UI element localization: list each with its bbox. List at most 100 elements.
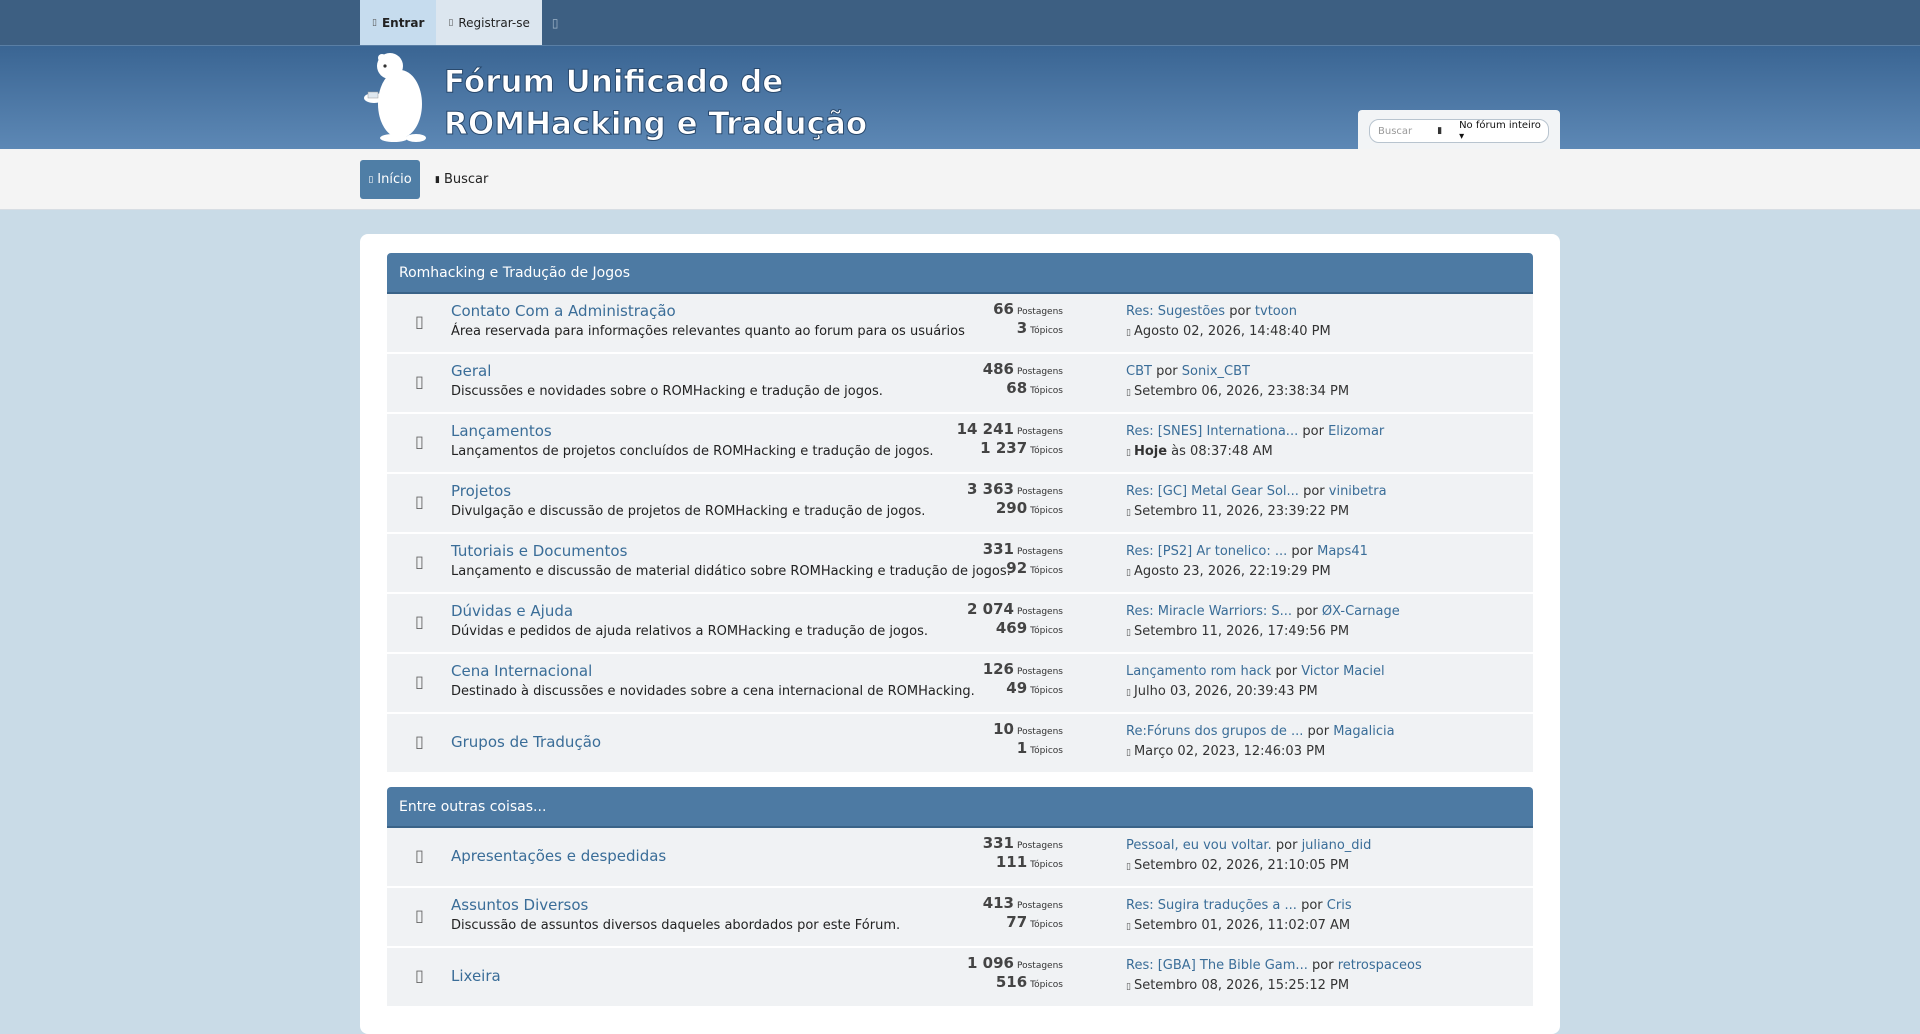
board-name[interactable]: Geral (451, 362, 491, 380)
board-name[interactable]: Projetos (451, 482, 511, 500)
menu-search-label: Buscar (443, 172, 489, 187)
category-title[interactable]: Entre outras coisas... (387, 787, 1533, 828)
last-post-link[interactable]: Res: Sugira traduções a ... (1126, 898, 1297, 913)
board-name[interactable]: Assuntos Diversos (451, 896, 588, 914)
topics-label: Tópicos (1030, 860, 1063, 870)
last-post-link[interactable]: Res: [SNES] Internationa... (1126, 424, 1298, 439)
board-name[interactable]: Apresentações e despedidas (451, 847, 666, 865)
board-row: ▯ Lançamentos Lançamentos de projetos co… (387, 414, 1533, 474)
board-topic-count: 92 (1006, 559, 1028, 577)
board-unread-icon[interactable]: ▯ (415, 846, 424, 865)
board-unread-icon[interactable]: ▯ (415, 552, 424, 571)
login-button[interactable]: ▯ Entrar (360, 0, 437, 45)
topics-label: Tópicos (1030, 326, 1063, 336)
board-last-post: Res: [GBA] The Bible Gam... por retrospa… (1126, 956, 1422, 996)
board-name[interactable]: Lixeira (451, 967, 501, 985)
board-unread-icon[interactable]: ▯ (415, 966, 424, 985)
board-unread-icon[interactable]: ▯ (415, 672, 424, 691)
last-post-link[interactable]: Res: [GC] Metal Gear Sol... (1126, 484, 1299, 499)
board-row: ▯ Projetos Divulgação e discussão de pro… (387, 474, 1533, 534)
board-row: ▯ Grupos de Tradução 10 Postagens 1 Tópico… (387, 714, 1533, 774)
search-icon[interactable]: ▮ (1437, 126, 1455, 136)
board-stats: 2 074 Postagens 469 Tópicos (903, 600, 1063, 638)
search-input[interactable]: Buscar (1370, 126, 1437, 137)
board-topic-count: 68 (1006, 379, 1028, 397)
board-description: Dúvidas e pedidos de ajuda relativos a R… (451, 624, 929, 639)
last-post-link[interactable]: Pessoal, eu vou voltar. (1126, 838, 1272, 853)
last-post-user[interactable]: Sonix_CBT (1182, 364, 1250, 379)
last-post-link[interactable]: Re:Fóruns dos grupos de ... (1126, 724, 1303, 739)
board-unread-icon[interactable]: ▯ (415, 432, 424, 451)
board-stats: 413 Postagens 77 Tópicos (903, 894, 1063, 932)
search-scope-select[interactable]: No fórum inteiro ▾ (1455, 120, 1548, 142)
board-row: ▯ Cena Internacional Destinado à discuss… (387, 654, 1533, 714)
last-post-user[interactable]: vinibetra (1329, 484, 1387, 499)
board-last-post: Res: [SNES] Internationa... por Elizomar… (1126, 422, 1384, 462)
search-form: Buscar ▮ No fórum inteiro ▾ (1369, 119, 1549, 143)
last-post-link[interactable]: Lançamento rom hack (1126, 664, 1271, 679)
by-label: por (1296, 604, 1318, 619)
board-last-post: Res: Sugira traduções a ... por Cris ▯ Se… (1126, 896, 1352, 936)
board-list: ▯ Contato Com a Administração Área reser… (387, 294, 1533, 774)
last-post-user[interactable]: retrospaceos (1338, 958, 1422, 973)
login-label: Entrar (381, 15, 425, 30)
by-label: por (1156, 364, 1178, 379)
last-post-user[interactable]: Magalicia (1333, 724, 1394, 739)
posts-label: Postagens (1017, 901, 1063, 911)
register-button[interactable]: ▯ Registrar-se (436, 0, 542, 45)
board-post-count: 14 241 (956, 420, 1014, 438)
board-name[interactable]: Lançamentos (451, 422, 552, 440)
board-row: ▯ Tutoriais e Documentos Lançamento e di… (387, 534, 1533, 594)
topics-label: Tópicos (1030, 686, 1063, 696)
board-topic-count: 1 237 (980, 439, 1028, 457)
menu-search-button[interactable]: ▮ Buscar (435, 160, 488, 199)
forum-logo[interactable]: Fórum Unificado de ROMHacking e Tradução (360, 52, 880, 144)
board-name[interactable]: Contato Com a Administração (451, 302, 676, 320)
board-post-count: 3 363 (967, 480, 1014, 498)
last-post-user[interactable]: tvtoon (1255, 304, 1297, 319)
board-name[interactable]: Dúvidas e Ajuda (451, 602, 573, 620)
polar-bear-icon (364, 53, 426, 142)
last-post-link[interactable]: CBT (1126, 364, 1152, 379)
last-post-user[interactable]: juliano_did (1302, 838, 1372, 853)
board-stats: 66 Postagens 3 Tópicos (903, 300, 1063, 338)
board-unread-icon[interactable]: ▯ (415, 492, 424, 511)
board-name[interactable]: Grupos de Tradução (451, 733, 601, 751)
login-icon: ▯ (372, 17, 377, 28)
board-unread-icon[interactable]: ▯ (415, 312, 424, 331)
board-unread-icon[interactable]: ▯ (415, 906, 424, 925)
menu-toggle-button[interactable]: ▯ (541, 0, 569, 45)
last-post-link[interactable]: Res: [GBA] The Bible Gam... (1126, 958, 1308, 973)
clock-icon: ▯ (1126, 508, 1131, 518)
posts-label: Postagens (1017, 841, 1063, 851)
board-row: ▯ Geral Discussões e novidades sobre o R… (387, 354, 1533, 414)
last-post-user[interactable]: Cris (1327, 898, 1352, 913)
search-scope-value: No fórum inteiro (1459, 120, 1541, 131)
last-post-user[interactable]: ØX-Carnage (1322, 604, 1400, 619)
board-unread-icon[interactable]: ▯ (415, 372, 424, 391)
last-post-user[interactable]: Maps41 (1317, 544, 1368, 559)
category-others: Entre outras coisas... ▯ Apresentações e… (387, 787, 1533, 1008)
last-post-link[interactable]: Res: [PS2] Ar tonelico: ... (1126, 544, 1287, 559)
board-last-post: Res: [GC] Metal Gear Sol... por vinibetr… (1126, 482, 1387, 522)
by-label: por (1275, 838, 1298, 853)
last-post-user[interactable]: Victor Maciel (1301, 664, 1384, 679)
last-post-link[interactable]: Res: Sugestões (1126, 304, 1225, 319)
category-title[interactable]: Romhacking e Tradução de Jogos (387, 253, 1533, 294)
search-panel: Buscar ▮ No fórum inteiro ▾ (1358, 110, 1560, 150)
board-stats: 10 Postagens 1 Tópicos (903, 720, 1063, 758)
board-name[interactable]: Cena Internacional (451, 662, 592, 680)
board-name[interactable]: Tutoriais e Documentos (451, 542, 627, 560)
by-label: por (1275, 664, 1298, 679)
by-label: por (1291, 544, 1313, 559)
board-row: ▯ Apresentações e despedidas 331 Postagen… (387, 828, 1533, 888)
board-unread-icon[interactable]: ▯ (415, 732, 424, 751)
clock-icon: ▯ (1126, 568, 1131, 578)
board-unread-icon[interactable]: ▯ (415, 612, 424, 631)
by-label: por (1307, 724, 1330, 739)
last-post-link[interactable]: Res: Miracle Warriors: S... (1126, 604, 1292, 619)
topics-label: Tópicos (1030, 506, 1063, 516)
menu-home-button[interactable]: ▯ Início (360, 160, 420, 199)
last-post-user[interactable]: Elizomar (1328, 424, 1384, 439)
last-post-date: Setembro 11, 2026, 23:39:22 PM (1133, 504, 1350, 519)
